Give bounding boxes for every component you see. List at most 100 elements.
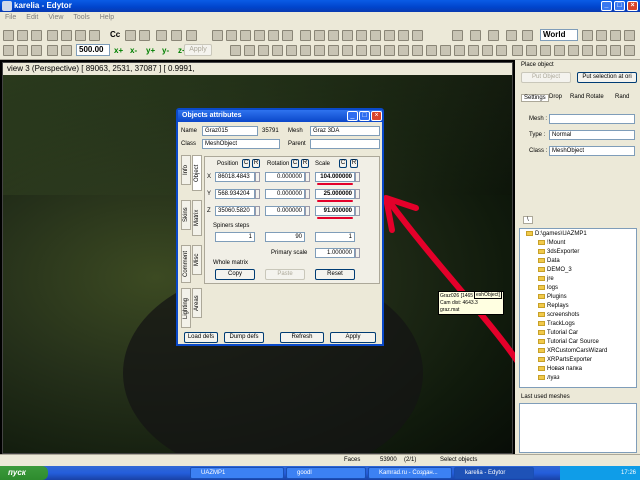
rotation-z-spinner[interactable] — [305, 206, 310, 216]
name-field[interactable]: Graz015 — [202, 126, 258, 136]
tool-icon[interactable] — [506, 30, 517, 41]
minimize-button[interactable]: _ — [601, 1, 612, 11]
taskbar-item[interactable]: goodl — [286, 467, 366, 479]
menu-tools[interactable]: Tools — [73, 14, 89, 21]
close-button[interactable]: × — [627, 1, 638, 11]
tree-item[interactable]: logs — [538, 284, 558, 293]
position-step-field[interactable]: 1 — [215, 232, 255, 242]
taskbar-item-active[interactable]: karelia - Edytor — [454, 467, 534, 479]
tool-icon[interactable] — [244, 45, 255, 56]
tool-icon[interactable] — [596, 30, 607, 41]
tool-icon[interactable] — [300, 30, 311, 41]
tool-icon[interactable] — [356, 45, 367, 56]
tool-icon[interactable] — [426, 45, 437, 56]
tool-icon[interactable] — [540, 45, 551, 56]
copy-button[interactable]: Copy — [215, 269, 255, 280]
tool-icon[interactable] — [230, 45, 241, 56]
tool-icon[interactable] — [452, 30, 463, 41]
tree-item[interactable]: DEMO_3 — [538, 266, 572, 275]
tool-icon[interactable] — [610, 30, 621, 41]
tab-rand[interactable]: Rand — [615, 94, 629, 100]
tool-icon[interactable] — [342, 45, 353, 56]
new-icon[interactable] — [3, 30, 14, 41]
tree-item[interactable]: Replays — [538, 302, 569, 311]
tool-icon[interactable] — [488, 30, 499, 41]
tool-icon[interactable] — [568, 45, 579, 56]
tool-icon[interactable] — [186, 30, 197, 41]
tool-icon[interactable] — [554, 45, 565, 56]
rotation-r-button[interactable]: R — [301, 159, 309, 168]
tool-icon[interactable] — [596, 45, 607, 56]
tab-drop[interactable]: Drop — [549, 94, 562, 100]
tab-misc[interactable]: Misc — [192, 245, 202, 275]
scale-step-field[interactable]: 1 — [315, 232, 355, 242]
dialog-close-button[interactable]: × — [371, 111, 382, 121]
taskbar-item[interactable]: UAZMP1 — [190, 467, 284, 479]
tab-info[interactable]: Info — [181, 155, 191, 185]
axis-x-minus[interactable]: x- — [130, 46, 137, 55]
tool-icon[interactable] — [370, 30, 381, 41]
tool-icon[interactable] — [398, 45, 409, 56]
start-button[interactable]: пуск — [0, 466, 48, 480]
dialog-minimize-button[interactable]: _ — [347, 111, 358, 121]
tool-icon[interactable] — [314, 30, 325, 41]
position-y-spinner[interactable] — [255, 189, 260, 199]
tree-item[interactable]: Tutorial Car — [538, 329, 578, 338]
tool-icon[interactable] — [286, 45, 297, 56]
dump-defs-button[interactable]: Dump defs — [224, 332, 264, 343]
scale-x-field[interactable]: 104.000000 — [315, 172, 355, 182]
tool-icon[interactable] — [384, 45, 395, 56]
maximize-button[interactable]: □ — [614, 1, 625, 11]
menu-view[interactable]: View — [48, 14, 63, 21]
tool-icon[interactable] — [328, 45, 339, 56]
type-select[interactable]: Normal — [549, 130, 635, 140]
axis-y-minus[interactable]: y- — [162, 46, 169, 55]
put-object-button[interactable]: Put Object — [521, 72, 571, 83]
scale-r-button[interactable]: R — [350, 159, 358, 168]
tab-skins[interactable]: Skins — [181, 200, 191, 230]
tree-item-root[interactable]: D:\games\UAZMP1 — [526, 230, 587, 239]
parent-field[interactable] — [310, 139, 380, 149]
tool-icon[interactable] — [240, 30, 251, 41]
tool-icon[interactable] — [610, 45, 621, 56]
rotation-y-spinner[interactable] — [305, 189, 310, 199]
tool-icon[interactable] — [482, 45, 493, 56]
tool-icon[interactable] — [75, 30, 86, 41]
tree-item[interactable]: XRCustomCarsWizard — [538, 347, 607, 356]
cc-button[interactable]: Cc — [110, 30, 120, 39]
rotation-z-field[interactable]: 0.000000 — [265, 206, 305, 216]
tree-item[interactable]: 3dsExporter — [538, 248, 579, 257]
last-used-meshes-list[interactable] — [519, 403, 637, 453]
tool-icon[interactable] — [47, 30, 58, 41]
tool-icon[interactable] — [624, 45, 635, 56]
tool-icon[interactable] — [370, 45, 381, 56]
tool-icon[interactable] — [254, 30, 265, 41]
position-y-field[interactable]: 568.934204 — [215, 189, 255, 199]
tool-icon[interactable] — [412, 30, 423, 41]
open-icon[interactable] — [17, 30, 28, 41]
tree-item[interactable]: !Mount — [538, 239, 565, 248]
step-value-input[interactable]: 500.00 — [76, 44, 110, 56]
tool-icon[interactable] — [356, 30, 367, 41]
tool-icon[interactable] — [272, 45, 283, 56]
rotation-y-field[interactable]: 0.000000 — [265, 189, 305, 199]
tool-icon[interactable] — [384, 30, 395, 41]
tab-folders[interactable]: \ — [523, 216, 533, 224]
tool-icon[interactable] — [526, 45, 537, 56]
tool-icon[interactable] — [3, 45, 14, 56]
primary-scale-spinner[interactable] — [355, 248, 360, 258]
tree-item[interactable]: jre — [538, 275, 554, 284]
tool-icon[interactable] — [139, 30, 150, 41]
dialog-maximize-button[interactable]: □ — [359, 111, 370, 121]
rotation-x-spinner[interactable] — [305, 172, 310, 182]
rotation-x-field[interactable]: 0.000000 — [265, 172, 305, 182]
apply-button[interactable]: Apply — [184, 44, 212, 56]
tree-item[interactable]: Plugins — [538, 293, 567, 302]
scale-z-spinner[interactable] — [355, 206, 360, 216]
tool-icon[interactable] — [328, 30, 339, 41]
primary-scale-field[interactable]: 1.000000 — [315, 248, 355, 258]
tool-icon[interactable] — [171, 30, 182, 41]
scale-c-button[interactable]: C — [339, 159, 347, 168]
tool-icon[interactable] — [440, 45, 451, 56]
tool-icon[interactable] — [412, 45, 423, 56]
